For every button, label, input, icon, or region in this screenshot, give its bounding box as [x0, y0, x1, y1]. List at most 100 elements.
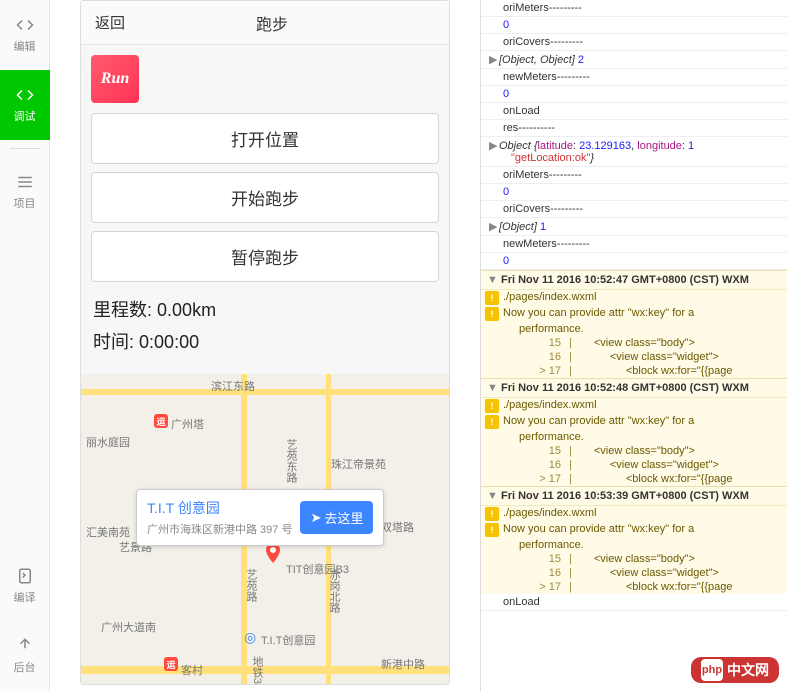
warning-icon: !: [485, 523, 499, 537]
console-line: res----------: [481, 120, 787, 137]
menu-icon: [16, 173, 34, 191]
map-poi: 汇美南苑: [86, 524, 130, 540]
start-run-button[interactable]: 开始跑步: [91, 172, 439, 223]
pause-run-button[interactable]: 暂停跑步: [91, 231, 439, 282]
map-poi: 广州大道南: [101, 619, 156, 635]
watermark-brand: php: [701, 659, 723, 681]
phone-frame: 返回 跑步 Run 打开位置 开始跑步 暂停跑步 里程数: 0.00km 时间:…: [80, 0, 450, 685]
watermark-badge: php 中文网: [691, 657, 779, 683]
console-line: newMeters---------: [481, 236, 787, 253]
console-object[interactable]: ▶[Object, Object] 2: [481, 51, 787, 69]
warning-timestamp[interactable]: ▼Fri Nov 11 2016 10:52:47 GMT+0800 (CST)…: [481, 270, 787, 290]
code-line: 15|<view class="body">: [481, 444, 787, 458]
sidebar-item-edit[interactable]: 编辑: [0, 0, 50, 70]
code-line: > 17|<block wx:for="{{page: [481, 364, 787, 378]
sidebar-label: 后台: [14, 659, 36, 675]
map-canvas[interactable]: 滨江东路 新港中路 艺苑东路 艺苑路 赤岗北路 地铁3 丽水庭园 广州塔 珠江帝…: [81, 374, 449, 684]
app-body: Run 打开位置 开始跑步 暂停跑步 里程数: 0.00km 时间: 0:00:…: [81, 45, 449, 374]
sidebar-label: 调试: [14, 108, 36, 124]
console-line: onLoad: [481, 594, 787, 611]
sidebar-label: 编辑: [14, 38, 36, 54]
nav-title: 跑步: [95, 11, 449, 35]
console-warning-group: ▼Fri Nov 11 2016 10:52:47 GMT+0800 (CST)…: [481, 270, 787, 378]
map-marker-icon: ◎: [244, 629, 256, 646]
open-location-button[interactable]: 打开位置: [91, 113, 439, 164]
warning-icon: !: [485, 415, 499, 429]
console-warning-group: ▼Fri Nov 11 2016 10:52:48 GMT+0800 (CST)…: [481, 378, 787, 486]
map-callout[interactable]: T.I.T 创意园 广州市海珠区新港中路 397 号 ➤ 去这里: [136, 489, 384, 546]
devtools-console[interactable]: oriMeters--------- 0 oriCovers--------- …: [480, 0, 787, 691]
sidebar-label: 编译: [14, 589, 36, 605]
road-label: 艺苑东路: [283, 439, 299, 483]
map-road: [81, 389, 449, 395]
code-line: > 17|<block wx:for="{{page: [481, 580, 787, 594]
warning-message: !Now you can provide attr "wx:key" for a: [481, 306, 787, 322]
road-label: 艺苑路: [243, 569, 259, 602]
warning-icon: !: [485, 307, 499, 321]
console-object[interactable]: ▶Object {latitude: 23.129163, longitude:…: [481, 137, 787, 167]
console-value: 0: [481, 86, 787, 103]
left-sidebar: 编辑 调试 项目 编译 后台: [0, 0, 50, 691]
console-value: 0: [481, 184, 787, 201]
callout-go-button[interactable]: ➤ 去这里: [300, 501, 373, 534]
console-line: onLoad: [481, 103, 787, 120]
time-row: 时间: 0:00:00: [93, 328, 439, 354]
code-line: 16|<view class="widget">: [481, 458, 787, 472]
map-poi: T.I.T创意园: [261, 632, 315, 648]
sidebar-label: 项目: [14, 195, 36, 211]
metro-icon: 运: [154, 414, 168, 428]
code-line: 15|<view class="body">: [481, 336, 787, 350]
map-poi: 丽水庭园: [86, 434, 130, 450]
app-navbar: 返回 跑步: [81, 1, 449, 45]
warning-message: performance.: [481, 538, 787, 552]
mileage-row: 里程数: 0.00km: [93, 296, 439, 322]
callout-subtitle: 广州市海珠区新港中路 397 号: [147, 521, 292, 537]
warning-message: performance.: [481, 430, 787, 444]
sidebar-separator: [10, 148, 40, 149]
map-poi: 广州塔: [171, 416, 204, 432]
map-poi: 客村: [181, 662, 203, 678]
warning-file: !./pages/index.wxml: [481, 290, 787, 306]
sidebar-item-debug[interactable]: 调试: [0, 70, 50, 140]
warning-message: !Now you can provide attr "wx:key" for a: [481, 522, 787, 538]
compile-icon: [16, 567, 34, 585]
code-line: 15|<view class="body">: [481, 552, 787, 566]
map-poi: TIT创意园B3: [286, 561, 349, 577]
warning-timestamp[interactable]: ▼Fri Nov 11 2016 10:53:39 GMT+0800 (CST)…: [481, 486, 787, 506]
debug-icon: [16, 86, 34, 104]
app-logo: Run: [91, 55, 139, 103]
console-value: 0: [481, 253, 787, 270]
console-line: newMeters---------: [481, 69, 787, 86]
code-line: 16|<view class="widget">: [481, 566, 787, 580]
console-object[interactable]: ▶[Object] 1: [481, 218, 787, 236]
code-line: 16|<view class="widget">: [481, 350, 787, 364]
road-label: 新港中路: [381, 656, 425, 672]
console-line: oriMeters---------: [481, 167, 787, 184]
time-value: 0:00:00: [139, 332, 199, 352]
warning-timestamp[interactable]: ▼Fri Nov 11 2016 10:52:48 GMT+0800 (CST)…: [481, 378, 787, 398]
warning-message: performance.: [481, 322, 787, 336]
sidebar-item-background[interactable]: 后台: [0, 621, 50, 691]
nav-arrow-icon: ➤: [310, 510, 321, 526]
warning-icon: !: [485, 291, 499, 305]
console-line: oriCovers---------: [481, 34, 787, 51]
sidebar-item-compile[interactable]: 编译: [0, 551, 50, 621]
mileage-value: 0.00km: [157, 300, 216, 320]
map-poi: 双塔路: [381, 519, 414, 535]
background-icon: [16, 637, 34, 655]
warning-icon: !: [485, 507, 499, 521]
console-warning-group: ▼Fri Nov 11 2016 10:53:39 GMT+0800 (CST)…: [481, 486, 787, 594]
road-label: 地铁3: [249, 656, 265, 684]
go-label: 去这里: [324, 508, 363, 527]
watermark-text: 中文网: [727, 660, 769, 680]
warning-file: !./pages/index.wxml: [481, 506, 787, 522]
code-icon: [16, 16, 34, 34]
metro-icon: 运: [164, 657, 178, 671]
warning-message: !Now you can provide attr "wx:key" for a: [481, 414, 787, 430]
time-label: 时间:: [93, 332, 134, 352]
mileage-label: 里程数:: [93, 300, 152, 320]
sidebar-item-project[interactable]: 项目: [0, 157, 50, 227]
warning-icon: !: [485, 399, 499, 413]
console-line: oriMeters---------: [481, 0, 787, 17]
console-line: oriCovers---------: [481, 201, 787, 218]
